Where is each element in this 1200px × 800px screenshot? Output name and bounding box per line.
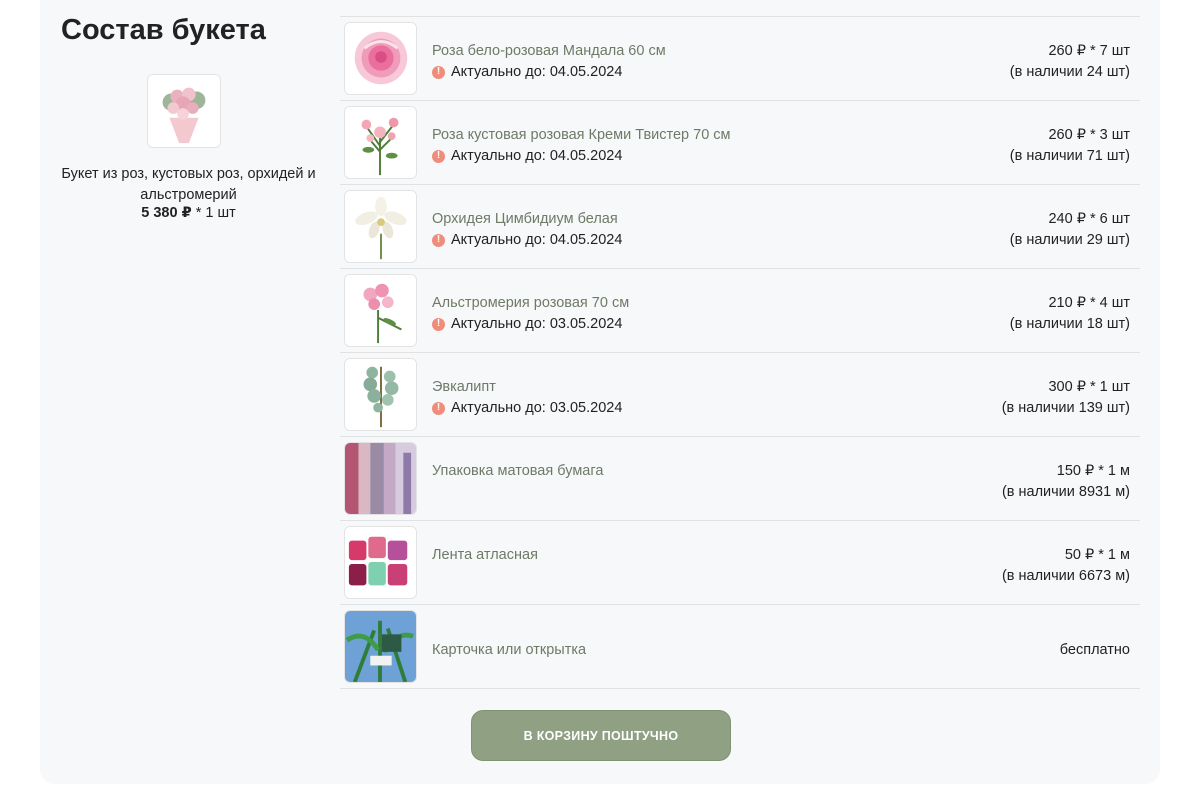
spray-rose-icon [345,107,416,178]
item-stock: (в наличии 18 шт) [1009,316,1130,332]
warning-icon: ! [432,317,445,331]
warning-icon: ! [432,149,445,163]
actual-date-text: Актуально до: 04.05.2024 [451,148,623,164]
warning-icon: ! [432,65,445,79]
item-stock: (в наличии 71 шт) [1009,148,1130,164]
item-thumbnail[interactable] [344,22,417,95]
item-thumbnail[interactable] [344,274,417,347]
item-thumbnail[interactable] [344,526,417,599]
page-title: Состав букета [61,14,266,46]
item-price: 260 ₽ * 7 шт [1048,43,1130,59]
satin-ribbon-icon [345,527,416,598]
item-name[interactable]: Орхидея Цимбидиум белая [432,211,618,227]
bouquet-image[interactable] [147,74,221,148]
alstroemeria-icon [345,275,416,346]
item-price: 50 ₽ * 1 м [1064,547,1130,563]
actual-date-text: Актуально до: 03.05.2024 [451,316,623,332]
item-actual-date: ! Актуально до: 04.05.2024 [432,148,622,164]
item-name[interactable]: Альстромерия розовая 70 см [432,295,629,311]
bouquet-qty: * 1 шт [195,205,236,221]
actual-date-text: Актуально до: 03.05.2024 [451,400,623,416]
wrapping-paper-icon [345,443,416,514]
greeting-card-icon [345,611,416,682]
item-name[interactable]: Карточка или открытка [432,642,586,658]
actual-date-text: Актуально до: 04.05.2024 [451,232,623,248]
bouquet-price: 5 380 ₽ [141,205,192,221]
eucalyptus-icon [345,359,416,430]
warning-icon: ! [432,401,445,415]
item-price: 210 ₽ * 4 шт [1048,295,1130,311]
item-stock: (в наличии 6673 м) [1001,568,1130,584]
item-thumbnail[interactable] [344,190,417,263]
list-item: Роза бело-розовая Мандала 60 см ! Актуаль… [340,17,1140,101]
item-stock: (в наличии 29 шт) [1009,232,1130,248]
item-actual-date: ! Актуально до: 03.05.2024 [432,400,622,416]
item-name[interactable]: Упаковка матовая бумага [432,463,603,479]
list-item: Альстромерия розовая 70 см ! Актуально до… [340,269,1140,353]
warning-icon: ! [432,233,445,247]
bouquet-name: Букет из роз, кустовых роз, орхидей и ал… [61,166,316,203]
item-stock: (в наличии 8931 м) [1001,484,1130,500]
item-actual-date: ! Актуально до: 03.05.2024 [432,316,622,332]
item-stock: (в наличии 24 шт) [1009,64,1130,80]
item-price: бесплатно [1059,642,1130,658]
item-stock: (в наличии 139 шт) [1001,400,1130,416]
actual-date-text: Актуально до: 04.05.2024 [451,64,623,80]
item-thumbnail[interactable] [344,358,417,431]
bouquet-composition-panel: Состав букета Букет из роз, кустовых роз… [40,0,1160,784]
item-price: 150 ₽ * 1 м [1056,463,1130,479]
add-to-cart-individually-button[interactable]: В КОРЗИНУ ПОШТУЧНО [471,710,731,761]
list-item: Упаковка матовая бумага 150 ₽ * 1 м (в н… [340,437,1140,521]
item-thumbnail[interactable] [344,610,417,683]
composition-list: Роза бело-розовая Мандала 60 см ! Актуаль… [340,16,1140,689]
item-price: 240 ₽ * 6 шт [1048,211,1130,227]
list-item: Роза кустовая розовая Креми Твистер 70 с… [340,101,1140,185]
bouquet-price-line: 5 380 ₽ * 1 шт [61,205,316,221]
list-item: Эвкалипт ! Актуально до: 03.05.2024 300 ₽… [340,353,1140,437]
list-item: Карточка или открытка бесплатно [340,605,1140,689]
item-name[interactable]: Роза кустовая розовая Креми Твистер 70 с… [432,127,731,143]
item-name[interactable]: Роза бело-розовая Мандала 60 см [432,43,666,59]
item-actual-date: ! Актуально до: 04.05.2024 [432,64,622,80]
list-item: Орхидея Цимбидиум белая ! Актуально до: 0… [340,185,1140,269]
item-name[interactable]: Эвкалипт [432,379,496,395]
orchid-icon [345,191,416,262]
item-name[interactable]: Лента атласная [432,547,538,563]
item-price: 300 ₽ * 1 шт [1048,379,1130,395]
item-thumbnail[interactable] [344,442,417,515]
pink-rose-icon [345,23,416,94]
bouquet-icon [148,75,220,147]
item-price: 260 ₽ * 3 шт [1048,127,1130,143]
item-actual-date: ! Актуально до: 04.05.2024 [432,232,622,248]
item-thumbnail[interactable] [344,106,417,179]
list-item: Лента атласная 50 ₽ * 1 м (в наличии 667… [340,521,1140,605]
